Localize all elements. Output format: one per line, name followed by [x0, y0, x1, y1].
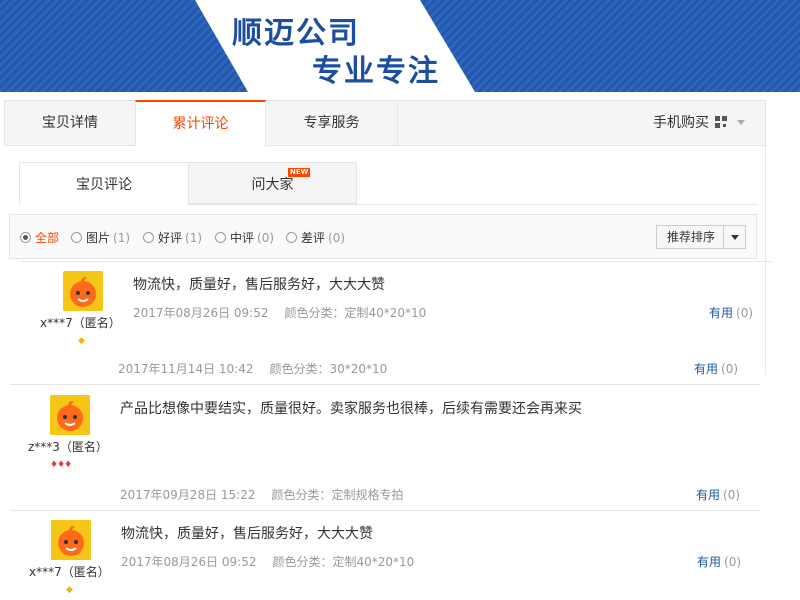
useful-count: (0): [721, 362, 739, 376]
review-date: 2017年11月14日 10:42: [118, 362, 254, 376]
useful-label: 有用: [709, 306, 734, 320]
review-meta: 2017年11月14日 10:42 颜色分类：30*20*10: [118, 360, 387, 377]
filter-label: 中评: [230, 231, 255, 245]
review-date: 2017年08月26日 09:52: [133, 306, 269, 320]
new-badge: NEW: [288, 168, 311, 177]
tab-reviews[interactable]: 累计评论: [135, 100, 266, 146]
review-spec: 颜色分类：定制40*20*10: [272, 555, 415, 569]
useful-count: (0): [724, 555, 742, 569]
content-border: [765, 145, 766, 375]
review-meta: 2017年08月26日 09:52 颜色分类：定制40*20*10: [133, 304, 426, 321]
review-divider: [10, 384, 760, 385]
review-text: 产品比想像中要结实，质量很好。卖家服务也很棒，后续有需要还会再来买: [120, 401, 582, 417]
tab-ask-everyone[interactable]: 问大家 NEW: [188, 162, 357, 204]
store-banner: 顺迈公司 专业专注: [0, 0, 800, 92]
chevron-down-icon: [737, 120, 745, 125]
qr-code-icon: [715, 116, 727, 128]
review-spec: 颜色分类：定制规格专拍: [271, 488, 404, 502]
review-text: 物流快，质量好，售后服务好，大大大赞: [133, 277, 385, 293]
filter-positive[interactable]: 好评 (1): [143, 229, 202, 246]
useful-label: 有用: [696, 488, 721, 502]
tab-item-details[interactable]: 宝贝详情: [5, 101, 135, 146]
review-sub-tabs: 宝贝评论 问大家 NEW: [19, 162, 758, 205]
review-date: 2017年08月26日 09:52: [121, 555, 257, 569]
username: z***3（匿名）: [28, 440, 108, 454]
avatar-mascot-icon: [51, 520, 91, 560]
filter-negative[interactable]: 差评 (0): [286, 229, 345, 246]
useful-label: 有用: [694, 362, 719, 376]
mobile-buy-button[interactable]: 手机购买: [653, 101, 745, 146]
avatar: [51, 520, 91, 560]
tab-item-reviews[interactable]: 宝贝评论: [19, 162, 189, 205]
review-divider: [10, 510, 760, 511]
review-meta: 2017年09月28日 15:22 颜色分类：定制规格专拍: [120, 486, 404, 503]
buyer-rank-icon: ♦♦♦: [50, 460, 72, 470]
avatar-mascot-icon: [50, 395, 90, 435]
useful-button[interactable]: 有用 (0): [697, 553, 741, 570]
useful-button[interactable]: 有用 (0): [709, 304, 753, 321]
tab-services[interactable]: 专享服务: [266, 101, 398, 146]
banner-subtitle: 专业专注: [312, 54, 440, 89]
review-spec: 颜色分类：定制40*20*10: [284, 306, 427, 320]
sort-label: 推荐排序: [667, 230, 716, 244]
username: x***7（匿名）: [40, 316, 121, 330]
radio-icon: [286, 232, 297, 243]
avatar-mascot-icon: [63, 271, 103, 311]
username: x***7（匿名）: [29, 565, 110, 579]
chevron-down-icon: [731, 235, 739, 240]
filter-count: (1): [113, 231, 131, 245]
filter-all[interactable]: 全部: [20, 229, 59, 246]
useful-button[interactable]: 有用 (0): [694, 360, 738, 377]
filter-images[interactable]: 图片 (1): [71, 229, 130, 246]
avatar: [50, 395, 90, 435]
review-text: 物流快，质量好，售后服务好，大大大赞: [121, 526, 373, 542]
radio-icon: [143, 232, 154, 243]
useful-count: (0): [736, 306, 754, 320]
main-tab-bar: 宝贝详情 累计评论 专享服务 手机购买: [4, 100, 766, 146]
tab-ask-everyone-label: 问大家: [251, 177, 294, 193]
sort-divider: [723, 226, 724, 248]
filter-neutral[interactable]: 中评 (0): [215, 229, 274, 246]
filter-label: 全部: [35, 231, 60, 245]
review-spec: 颜色分类：30*20*10: [269, 362, 388, 376]
review-meta: 2017年08月26日 09:52 颜色分类：定制40*20*10: [121, 553, 414, 570]
avatar: [63, 271, 103, 311]
useful-button[interactable]: 有用 (0): [696, 486, 740, 503]
filter-label: 差评: [301, 231, 326, 245]
radio-icon: [71, 232, 82, 243]
buyer-rank-icon: ◆: [78, 336, 85, 346]
filter-label: 好评: [158, 231, 183, 245]
filter-count: (0): [328, 231, 346, 245]
useful-label: 有用: [697, 555, 722, 569]
review-date: 2017年09月28日 15:22: [120, 488, 256, 502]
mobile-buy-label: 手机购买: [653, 115, 709, 131]
filter-label: 图片: [86, 231, 111, 245]
radio-icon: [215, 232, 226, 243]
useful-count: (0): [723, 488, 741, 502]
review-divider: [22, 261, 772, 262]
radio-selected-icon: [20, 232, 31, 243]
sort-dropdown[interactable]: 推荐排序: [656, 225, 746, 249]
filter-count: (1): [185, 231, 203, 245]
buyer-rank-icon: ◆: [66, 585, 73, 595]
filter-count: (0): [257, 231, 275, 245]
review-filter-bar: 全部 图片 (1) 好评 (1) 中评 (0) 差评 (0) 推荐排序: [9, 214, 757, 259]
